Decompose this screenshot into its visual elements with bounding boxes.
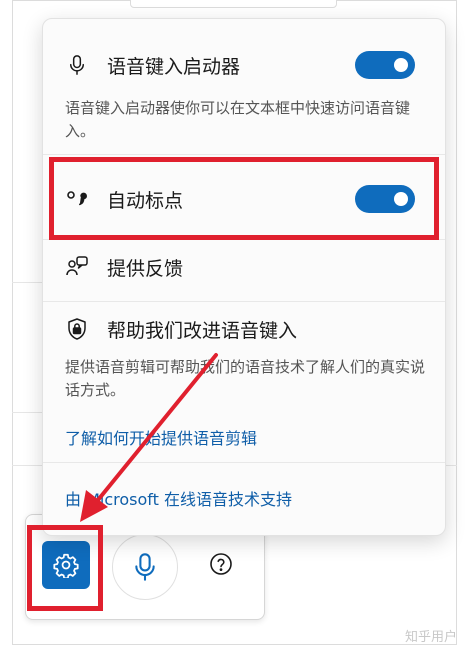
watermark: 知乎用户 <box>404 630 457 645</box>
annotation-arrow <box>80 353 218 522</box>
